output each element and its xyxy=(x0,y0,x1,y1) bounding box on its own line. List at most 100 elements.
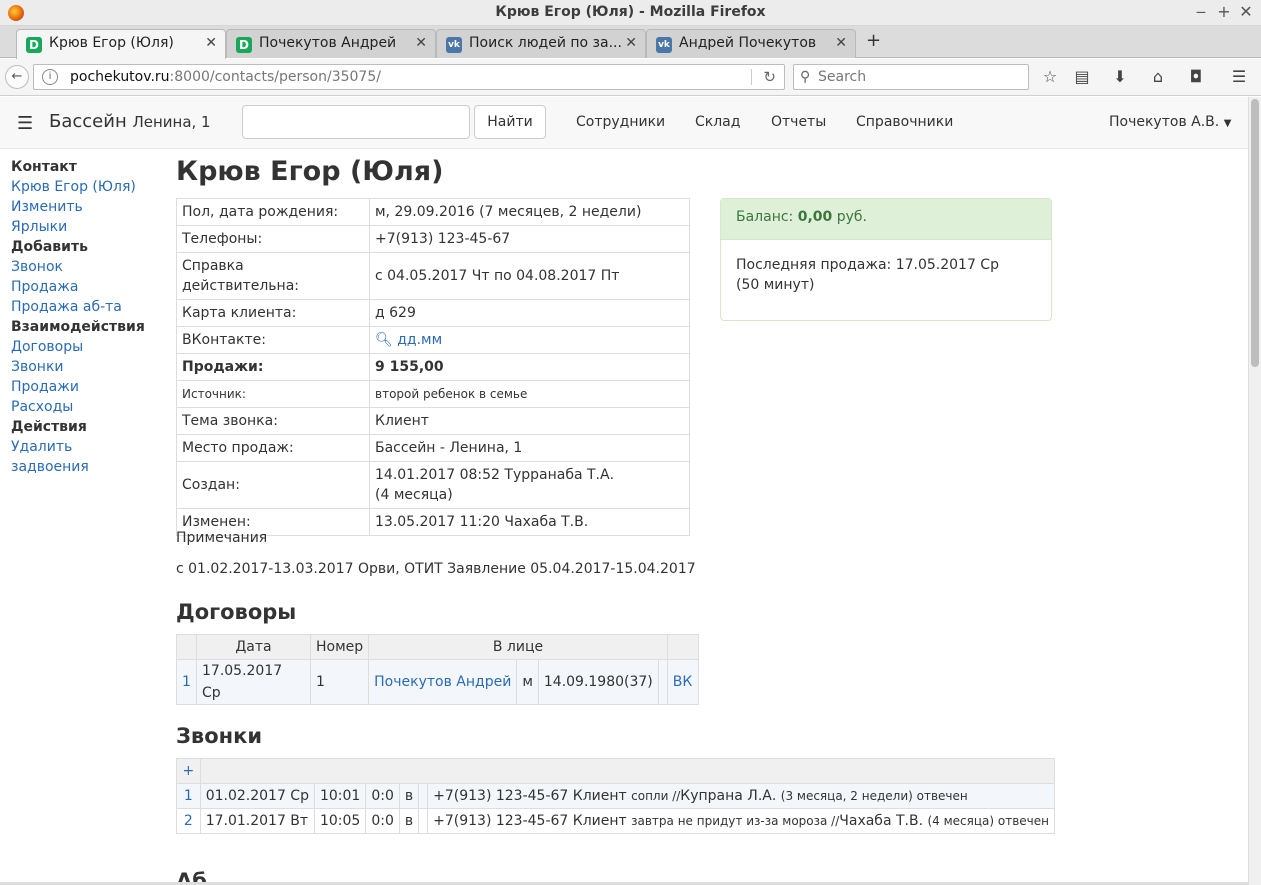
vk-link[interactable]: дд.мм xyxy=(397,332,442,348)
vertical-scrollbar[interactable] xyxy=(1248,97,1261,885)
search-icon[interactable]: 🔍︎ xyxy=(375,332,393,348)
site-navbar: ☰ Бассейн Ленина, 1 Найти Сотрудники Скл… xyxy=(0,97,1248,149)
call-details: +7(913) 123-45-67 Клиент завтра не приду… xyxy=(427,808,1055,834)
reading-list-icon[interactable]: ▤ xyxy=(1072,67,1092,86)
col-date: Дата xyxy=(196,634,311,660)
call-index-cell[interactable]: 2 xyxy=(176,808,201,834)
minimize-icon[interactable]: ‒ xyxy=(1193,3,1209,21)
tab-vk-search[interactable]: vk Поиск людей по за... ✕ xyxy=(436,29,646,58)
call-duration: 0:0 xyxy=(365,783,400,809)
sidebar-item-calls[interactable]: Звонки xyxy=(11,357,171,377)
call-staff: Купрана Л.А. xyxy=(680,788,777,804)
close-window-icon[interactable]: ✕ xyxy=(1238,3,1254,21)
info-value: Бассейн - Ленина, 1 xyxy=(369,434,690,462)
call-direction: в xyxy=(398,808,420,834)
window-title: Крюв Егор (Юля) - Mozilla Firefox xyxy=(495,4,766,20)
col-number xyxy=(176,634,197,660)
add-call-button[interactable]: + xyxy=(182,763,194,779)
sidebar-item-sales[interactable]: Продажи xyxy=(11,377,171,397)
tab-pochekutov[interactable]: D Почекутов Андрей ✕ xyxy=(226,29,436,58)
call-index[interactable]: 1 xyxy=(184,788,193,804)
call-time: 10:05 xyxy=(313,808,367,834)
maximize-icon[interactable]: + xyxy=(1216,3,1232,21)
find-button[interactable]: Найти xyxy=(474,105,546,139)
call-date: 01.02.2017 Ср xyxy=(199,783,315,809)
info-key: Телефоны: xyxy=(176,225,370,253)
col-vk xyxy=(666,634,699,660)
call-index[interactable]: 2 xyxy=(184,813,193,829)
tab-bar: D Крюв Егор (Юля) ✕ D Почекутов Андрей ✕… xyxy=(0,26,1261,59)
balance-amount: 0,00 xyxy=(797,209,833,225)
downloads-icon[interactable]: ⬇ xyxy=(1110,67,1130,86)
reload-icon[interactable]: ↻ xyxy=(763,65,776,89)
row-index[interactable]: 1 xyxy=(182,674,191,690)
table-header-row: + xyxy=(176,758,1056,784)
call-index-cell[interactable]: 1 xyxy=(176,783,201,809)
call-time: 10:01 xyxy=(313,783,367,809)
caret-down-icon: ▼ xyxy=(1223,118,1232,129)
info-value-vk[interactable]: 🔍︎ дд.мм xyxy=(369,326,690,354)
sidebar-heading-contact: Контакт xyxy=(11,159,77,175)
close-tab-icon[interactable]: ✕ xyxy=(415,35,427,51)
hamburger-icon[interactable]: ☰ xyxy=(17,113,33,134)
home-icon[interactable]: ⌂ xyxy=(1148,67,1168,86)
brand[interactable]: Бассейн Ленина, 1 xyxy=(49,111,211,132)
url-host: pochekutov.ru xyxy=(70,69,170,85)
last-sale-ago: (50 минут) xyxy=(736,277,815,293)
menu-reports[interactable]: Отчеты xyxy=(771,114,826,130)
notes-text: с 01.02.2017-13.03.2017 Орви, ОТИТ Заявл… xyxy=(176,561,696,577)
call-ago: (3 месяца, 2 недели) отвечен xyxy=(780,789,968,803)
info-key: ВКонтакте: xyxy=(176,326,370,354)
menu-icon[interactable]: ☰ xyxy=(1229,67,1249,86)
call-date: 17.01.2017 Вт xyxy=(199,808,315,834)
pocket-icon[interactable]: ◘ xyxy=(1186,67,1206,86)
balance-body: Последняя продажа: 17.05.2017 Ср (50 мин… xyxy=(721,240,1051,310)
row-index-link[interactable]: 1 xyxy=(176,659,197,705)
browser-search-input[interactable]: ⚲ Search xyxy=(793,64,1029,90)
contract-vk-cell[interactable]: ВК xyxy=(666,659,699,705)
tab-contact[interactable]: D Крюв Егор (Юля) ✕ xyxy=(16,29,226,59)
sidebar-item-call[interactable]: Звонок xyxy=(11,257,171,277)
contract-person-link[interactable]: Почекутов Андрей xyxy=(374,674,511,690)
url-separator xyxy=(751,69,752,85)
tab-vk-andrey[interactable]: vk Андрей Почекутов ✕ xyxy=(646,29,856,58)
site-info-icon[interactable]: i xyxy=(42,69,58,85)
url-bar[interactable]: i pochekutov.ru:8000/contacts/person/350… xyxy=(33,64,785,90)
sidebar-item-duplicates[interactable]: задвоения xyxy=(11,457,171,477)
user-menu[interactable]: Почекутов А.В. ▼ xyxy=(1109,114,1231,130)
back-icon[interactable]: ← xyxy=(5,65,29,89)
sidebar-item-sale[interactable]: Продажа xyxy=(11,277,171,297)
table-row: 2 17.01.2017 Вт 10:05 0:0 в +7(913) 123-… xyxy=(176,808,1055,834)
info-key: Карта клиента: xyxy=(176,299,370,327)
menu-warehouse[interactable]: Склад xyxy=(695,114,740,130)
close-tab-icon[interactable]: ✕ xyxy=(205,35,217,51)
sidebar-item-edit[interactable]: Изменить xyxy=(11,197,171,217)
sidebar-item-contracts[interactable]: Договоры xyxy=(11,337,171,357)
close-tab-icon[interactable]: ✕ xyxy=(835,35,847,51)
bookmark-star-icon[interactable]: ☆ xyxy=(1040,67,1060,86)
sidebar-item-expenses[interactable]: Расходы xyxy=(11,397,171,417)
col-person: В лице xyxy=(368,634,668,660)
table-row: Карта клиента: д 629 xyxy=(176,299,690,327)
sidebar-item-labels[interactable]: Ярлыки xyxy=(11,217,171,237)
add-call-cell[interactable]: + xyxy=(176,758,201,784)
call-empty xyxy=(418,783,429,809)
info-value: второй ребенок в семье xyxy=(369,380,690,408)
sidebar-heading-interactions: Взаимодействия xyxy=(11,319,145,335)
sales-label: Продажи xyxy=(182,359,258,375)
sidebar-item-contact-name[interactable]: Крюв Егор (Юля) xyxy=(11,177,171,197)
menu-directories[interactable]: Справочники xyxy=(856,114,953,130)
site-search-input[interactable] xyxy=(242,105,470,139)
scrollbar-thumb[interactable] xyxy=(1251,99,1259,367)
contract-person-cell[interactable]: Почекутов Андрей xyxy=(368,659,518,705)
table-row: Место продаж: Бассейн - Ленина, 1 xyxy=(176,434,690,462)
call-ago: (4 месяца) отвечен xyxy=(927,814,1049,828)
close-tab-icon[interactable]: ✕ xyxy=(625,35,637,51)
new-tab-icon[interactable]: + xyxy=(866,30,881,51)
sidebar-item-delete[interactable]: Удалить xyxy=(11,437,171,457)
call-phone: +7(913) 123-45-67 Клиент xyxy=(433,788,627,804)
sidebar-item-sale-sub[interactable]: Продажа аб-та xyxy=(11,297,171,317)
contract-vk-link[interactable]: ВК xyxy=(673,674,693,690)
menu-staff[interactable]: Сотрудники xyxy=(576,114,665,130)
created-ago: (4 месяца) xyxy=(375,487,453,503)
